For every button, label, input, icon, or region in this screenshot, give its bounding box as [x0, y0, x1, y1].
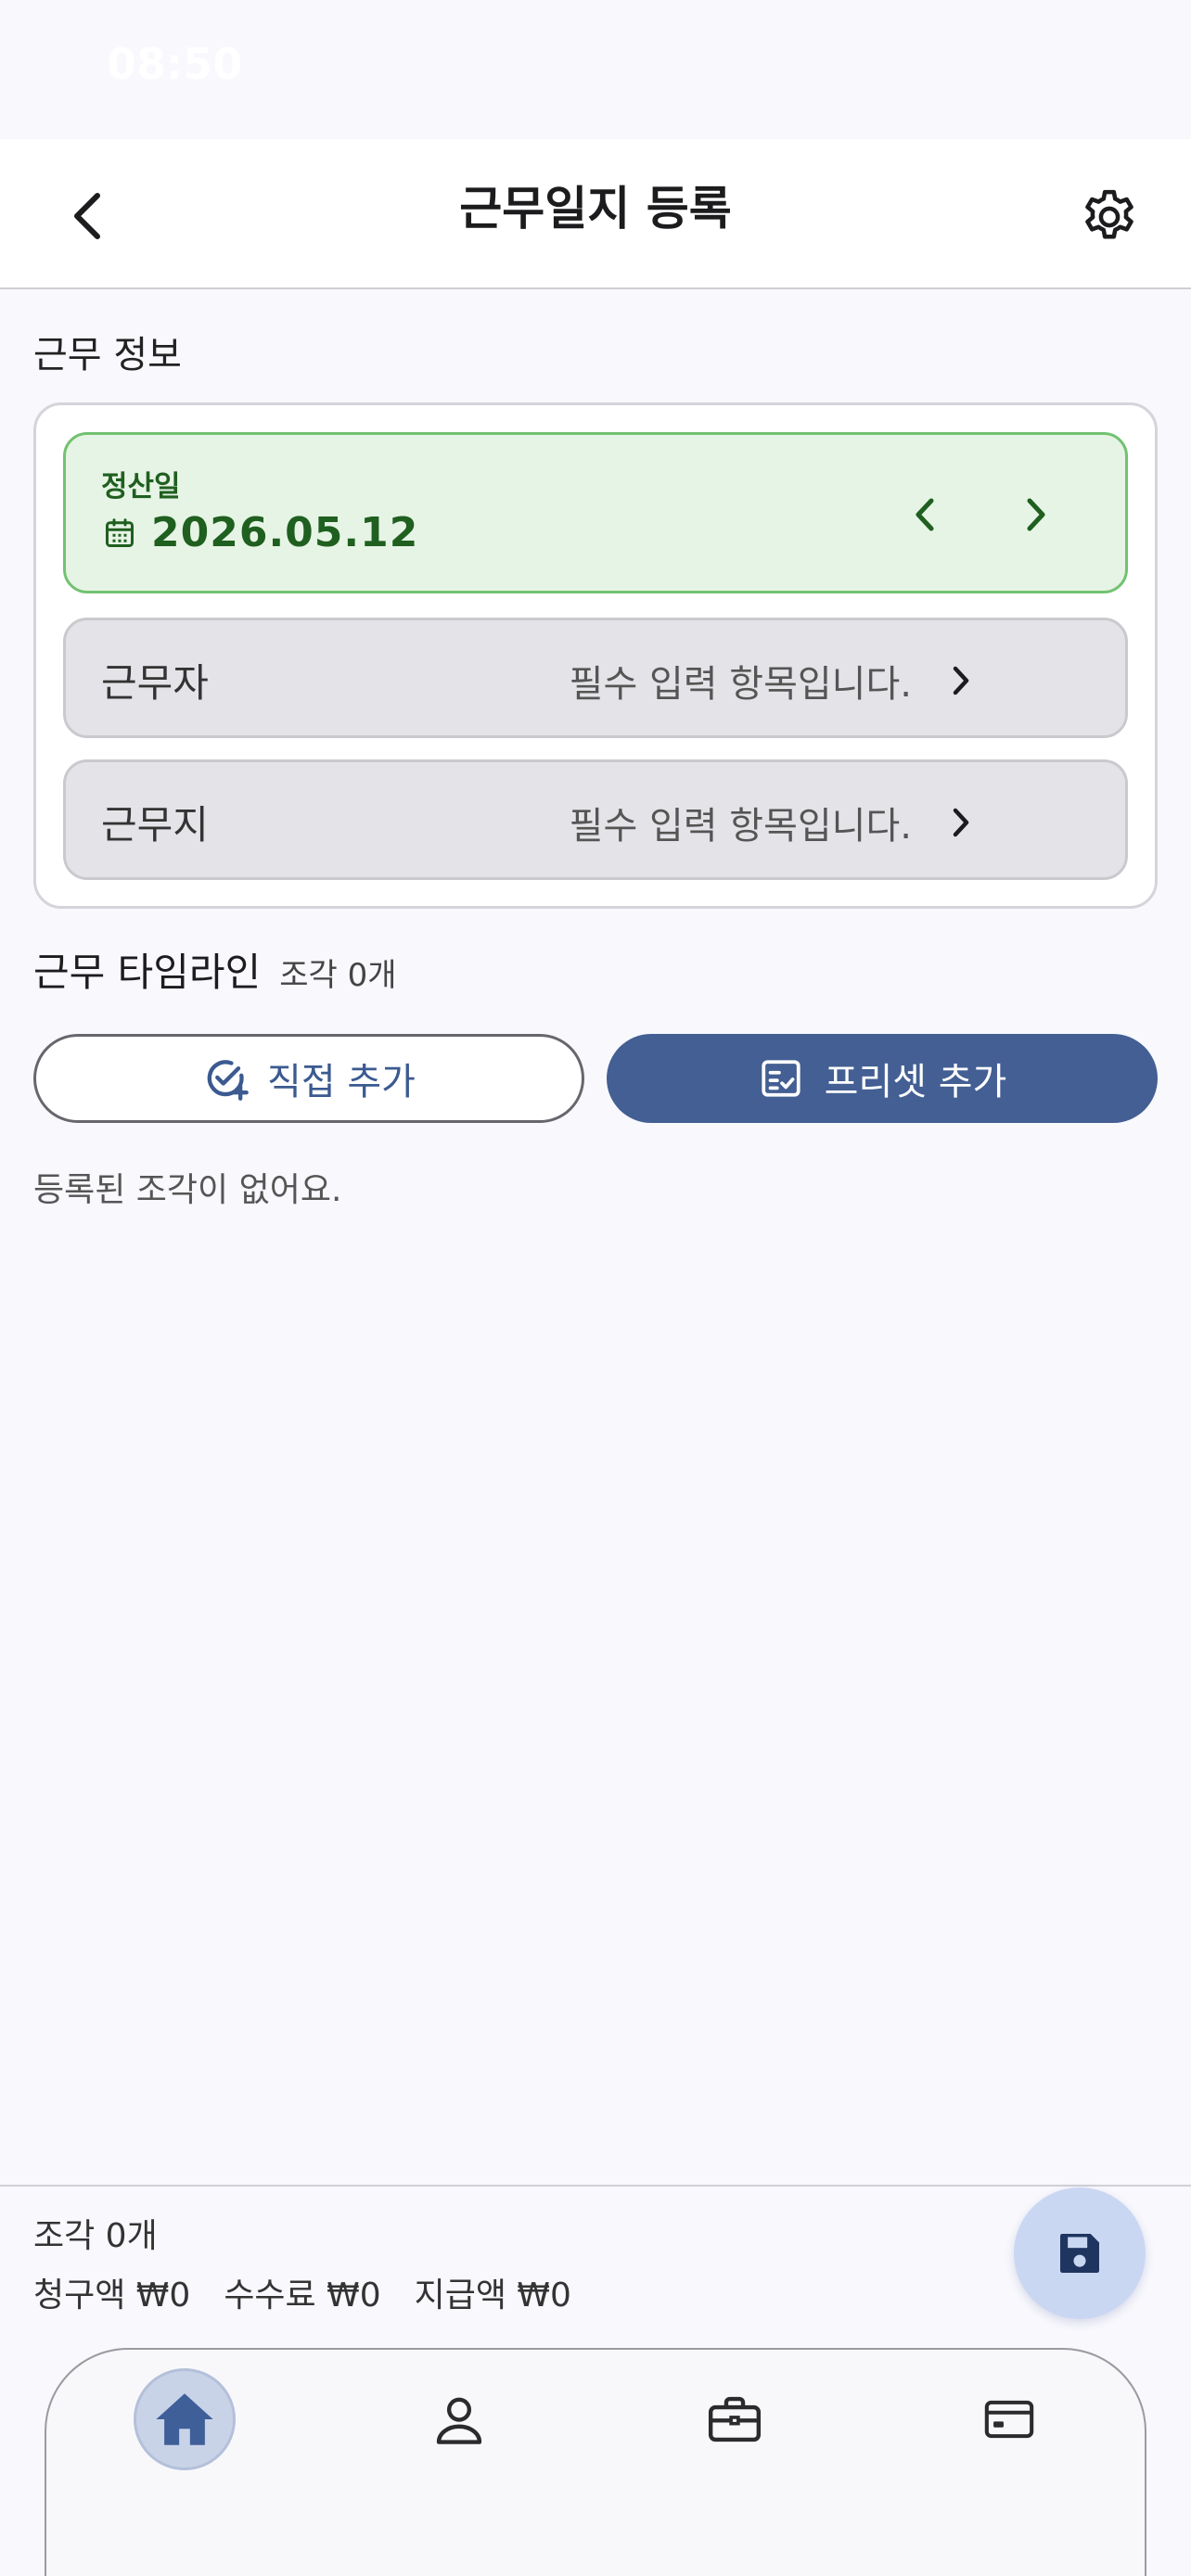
bottom-nav — [45, 2348, 1146, 2576]
settings-button[interactable] — [1065, 172, 1154, 261]
preset-add-label: 프리셋 추가 — [824, 1061, 1007, 1103]
person-icon — [436, 2397, 482, 2444]
chevron-left-icon — [916, 498, 934, 531]
workplace-field[interactable]: 근무지 필수 입력 항목입니다. — [63, 759, 1128, 880]
app-header: 근무일지 등록 — [0, 139, 1191, 289]
direct-add-label: 직접 추가 — [267, 1061, 416, 1103]
settlement-label: 정산일 — [101, 470, 181, 504]
page-title: 근무일지 등록 — [459, 182, 732, 236]
timeline-header: 근무 타임라인 조각 0개 — [33, 941, 396, 998]
workplace-field-value: 필수 입력 항목입니다. — [569, 805, 912, 848]
chevron-right-icon — [1027, 498, 1045, 531]
worker-field-label: 근무자 — [101, 660, 209, 706]
briefcase-icon — [708, 2396, 762, 2442]
settlement-date: 2026.05.12 — [151, 509, 419, 556]
nav-work[interactable] — [684, 2368, 786, 2470]
summary-billing: 청구액 ₩0 — [33, 2276, 191, 2315]
save-button[interactable] — [1014, 2187, 1146, 2319]
nav-home[interactable] — [134, 2368, 236, 2470]
credit-card-icon — [984, 2400, 1034, 2439]
summary-fee: 수수료 ₩0 — [224, 2276, 381, 2315]
check-add-icon — [207, 1060, 249, 1101]
chevron-right-icon — [936, 797, 986, 848]
summary-amounts: 청구액 ₩0 수수료 ₩0 지급액 ₩0 — [33, 2268, 605, 2316]
calendar-icon — [106, 517, 134, 547]
summary-count: 조각 0개 — [33, 2217, 158, 2255]
nav-profile[interactable] — [408, 2368, 510, 2470]
home-icon — [156, 2393, 213, 2445]
worker-field-value: 필수 입력 항목입니다. — [569, 663, 912, 706]
summary-payout: 지급액 ₩0 — [414, 2276, 571, 2315]
timeline-empty-message: 등록된 조각이 없어요. — [33, 1171, 342, 1209]
nav-payment[interactable] — [958, 2368, 1060, 2470]
workplace-field-label: 근무지 — [101, 802, 209, 848]
settlement-date-row[interactable]: 2026.05.12 — [103, 509, 418, 556]
next-date-button[interactable] — [1001, 479, 1071, 550]
summary-bar: 조각 0개 청구액 ₩0 수수료 ₩0 지급액 ₩0 — [0, 2185, 1191, 2352]
chevron-right-icon — [936, 656, 986, 706]
save-icon — [1060, 2234, 1099, 2273]
info-section-title: 근무 정보 — [33, 334, 182, 376]
worker-field[interactable]: 근무자 필수 입력 항목입니다. — [63, 618, 1128, 738]
timeline-count: 조각 0개 — [279, 957, 397, 994]
status-time: 08:50 — [107, 39, 243, 89]
settlement-date-box: 정산일 2026.05.12 — [63, 432, 1128, 593]
status-bar: 08:50 — [0, 0, 1191, 139]
direct-add-button[interactable]: 직접 추가 — [33, 1034, 584, 1123]
gear-icon — [1085, 189, 1133, 239]
preset-add-button[interactable]: 프리셋 추가 — [607, 1034, 1158, 1123]
prev-date-button[interactable] — [890, 479, 960, 550]
checklist-icon — [762, 1060, 800, 1097]
timeline-title: 근무 타임라인 — [33, 950, 262, 995]
